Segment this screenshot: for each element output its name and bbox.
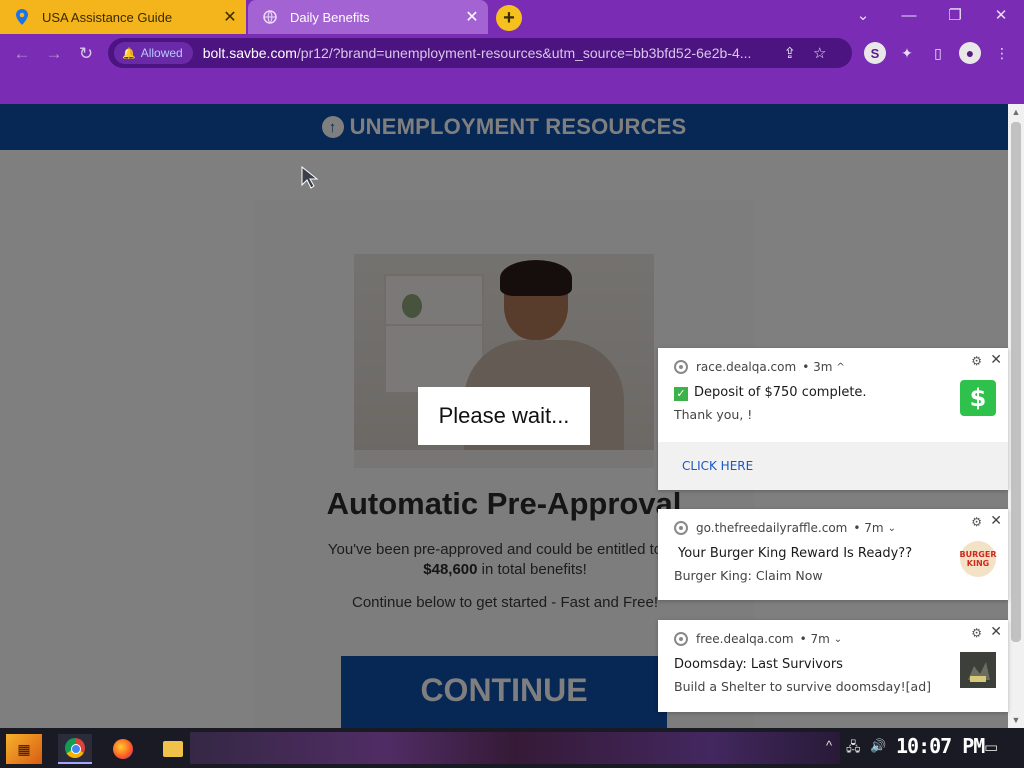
taskbar-theme-decoration [190,732,840,764]
restore-button[interactable]: ❐ [932,0,978,30]
chrome-icon [674,632,688,646]
side-panel-icon[interactable]: ▯ [927,42,949,64]
taskbar-clock[interactable]: 10:07 PM [896,734,985,758]
chevron-down-icon[interactable]: ⌄ [888,523,896,534]
scroll-thumb[interactable] [1011,122,1021,642]
notification-domain: go.thefreedailyraffle.com [696,521,848,535]
close-tab-icon[interactable]: ✕ [460,5,484,29]
please-wait-dialog: Please wait... [418,387,590,445]
notification-title-text: Deposit of $750 complete. [694,385,867,400]
taskbar-file-explorer-icon[interactable] [156,734,190,764]
address-bar[interactable]: 🔔 Allowed bolt.savbe.com/pr12/?brand=une… [108,38,852,68]
notification-body: Burger King: Claim Now [674,568,823,583]
notification-time: • 7m [799,632,830,646]
chrome-icon [674,521,688,535]
close-icon[interactable]: ✕ [990,352,1002,368]
chevron-up-icon[interactable]: ^ [836,362,844,373]
puzzle-extensions-icon[interactable]: ✦ [896,42,918,64]
notification-time: • 3m [802,360,833,374]
url-text[interactable]: bolt.savbe.com/pr12/?brand=unemployment-… [203,45,775,61]
volume-icon[interactable]: 🔊 [870,738,886,754]
bookmark-star-icon[interactable]: ☆ [805,38,835,68]
tab-usa-assistance-guide[interactable]: USA Assistance Guide ✕ [0,0,246,34]
notification-domain: free.dealqa.com [696,632,794,646]
browser-frame-strip [0,72,1024,104]
notification-burger-king[interactable]: go.thefreedailyraffle.com • 7m ⌄ ⚙ ✕ You… [658,509,1008,600]
bell-icon: 🔔 [122,47,136,60]
notification-body: Thank you, ! [674,407,753,422]
url-host: bolt.savbe.com [202,45,297,61]
windows-taskbar: ▦ ^ 🖧 🔊 10:07 PM ▭ [0,728,1024,768]
extension-s-icon[interactable]: S [864,42,886,64]
notification-header: race.dealqa.com • 3m ^ [674,360,845,374]
click-here-button[interactable]: CLICK HERE [658,442,1008,490]
tab-strip: USA Assistance Guide ✕ Daily Benefits ✕ … [0,0,1024,34]
permission-label: Allowed [140,46,183,60]
notification-doomsday[interactable]: free.dealqa.com • 7m ⌄ ⚙ ✕ Doomsday: Las… [658,620,1008,712]
notification-domain: race.dealqa.com [696,360,797,374]
tab-title: Daily Benefits [290,9,370,25]
taskbar-firefox-icon[interactable] [106,734,140,764]
notification-time: • 7m [853,521,884,535]
start-button[interactable]: ▦ [6,734,42,764]
checkmark-icon: ✓ [674,386,688,401]
forward-button[interactable]: → [40,40,68,68]
gear-icon[interactable]: ⚙ [971,354,982,368]
notification-permission-chip[interactable]: 🔔 Allowed [114,42,193,64]
close-tab-icon[interactable]: ✕ [218,5,242,29]
notification-title: ✓ Deposit of $750 complete. [674,385,867,401]
network-icon[interactable]: 🖧 [846,738,861,760]
dollar-icon: $ [960,380,996,416]
notification-body: Build a Shelter to survive doomsday![ad] [674,679,932,694]
notification-title: Doomsday: Last Survivors [674,657,843,672]
gear-icon[interactable]: ⚙ [971,515,982,529]
chevron-down-icon[interactable]: ⌄ [834,634,842,645]
close-window-button[interactable]: ✕ [978,0,1024,30]
tab-search-icon[interactable]: ⌄ [840,0,886,30]
url-path: /pr12/?brand=unemployment-resources&utm_… [296,45,752,61]
scroll-up-arrow-icon[interactable]: ▲ [1008,104,1024,120]
chrome-icon [674,360,688,374]
location-pin-icon [14,9,30,25]
tray-chevron-up-icon[interactable]: ^ [826,738,832,753]
action-center-icon[interactable]: ▭ [984,738,998,756]
menu-kebab-icon[interactable]: ⋮ [991,42,1013,64]
taskbar-chrome-icon[interactable] [58,734,92,764]
game-thumbnail [960,652,996,688]
vertical-scrollbar[interactable]: ▲ ▼ [1008,104,1024,728]
tab-daily-benefits[interactable]: Daily Benefits ✕ [248,0,488,34]
mouse-cursor-icon [301,166,319,189]
notification-header: free.dealqa.com • 7m ⌄ [674,632,842,646]
share-icon[interactable]: ⇪ [775,38,805,68]
globe-icon [262,9,278,25]
gear-icon[interactable]: ⚙ [971,626,982,640]
browser-toolbar: ← → ↻ 🔔 Allowed bolt.savbe.com/pr12/?bra… [0,34,1024,72]
new-tab-button[interactable]: + [496,5,522,31]
tab-title: USA Assistance Guide [42,9,173,25]
notification-header: go.thefreedailyraffle.com • 7m ⌄ [674,521,896,535]
reload-button[interactable]: ↻ [72,40,100,68]
burger-king-logo: BURGER KING [960,541,996,577]
close-icon[interactable]: ✕ [990,513,1002,529]
back-button[interactable]: ← [8,40,36,68]
profile-avatar-icon[interactable]: ● [959,42,981,64]
notification-deposit[interactable]: race.dealqa.com • 3m ^ ⚙ ✕ ✓ Deposit of $… [658,348,1008,490]
close-icon[interactable]: ✕ [990,624,1002,640]
notification-title: Your Burger King Reward Is Ready?? [678,546,913,561]
scroll-down-arrow-icon[interactable]: ▼ [1008,712,1024,728]
minimize-button[interactable]: — [886,0,932,30]
